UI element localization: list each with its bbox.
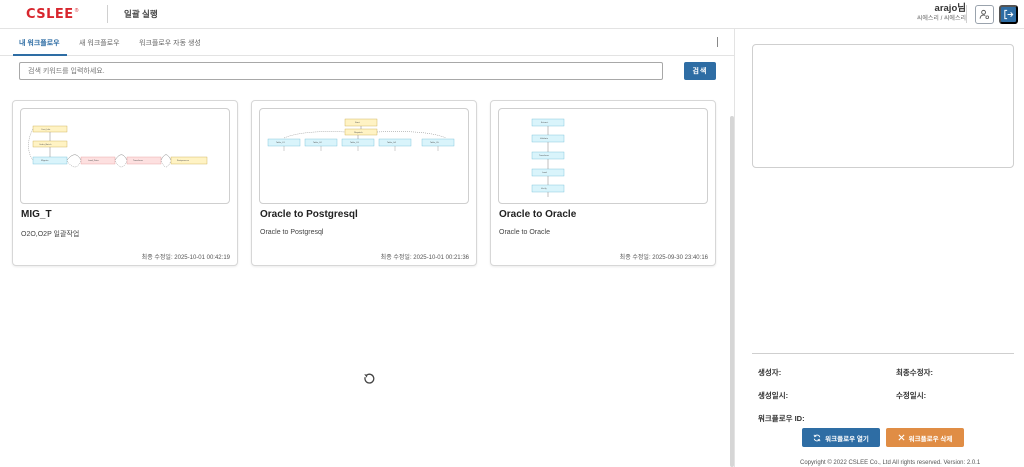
svg-text:Dispatch: Dispatch [354, 131, 364, 134]
svg-text:Table_02: Table_02 [313, 142, 322, 144]
open-refresh-icon [813, 434, 821, 441]
delete-workflow-button[interactable]: 워크플로우 삭제 [886, 428, 964, 447]
cslee-logo[interactable]: CSLEE ® [26, 7, 78, 22]
workflow-thumbnail[interactable]: Cust_Info Order_Batch Migrate Load_Data … [20, 108, 230, 204]
user-name: arajo님 [934, 3, 966, 14]
header-divider [107, 5, 108, 23]
workflow-card[interactable]: Cust_Info Order_Batch Migrate Load_Data … [12, 100, 238, 266]
workflow-card[interactable]: Start Dispatch Table_01 Table_02 Table_0… [251, 100, 477, 266]
close-icon [898, 434, 905, 441]
workflow-diagram: Extract Validate Transform Load Verify [531, 118, 565, 197]
search-bar: 검색 [0, 56, 735, 90]
svg-text:Postprocess: Postprocess [177, 159, 189, 162]
user-divider [966, 5, 967, 23]
delete-workflow-label: 워크플로우 삭제 [908, 435, 953, 443]
workflow-diagram: Start Dispatch Table_01 Table_02 Table_0… [267, 118, 455, 151]
workflow-preview [752, 44, 1014, 168]
workflow-card-grid: Cust_Info Order_Batch Migrate Load_Data … [0, 90, 735, 467]
tab-bar-separator [717, 37, 718, 47]
svg-text:Cust_Info: Cust_Info [41, 128, 51, 131]
workflow-card[interactable]: Extract Validate Transform Load Verify O… [490, 100, 716, 266]
workflow-diagram: Cust_Info Order_Batch Migrate Load_Data … [28, 125, 208, 168]
svg-text:Table_05: Table_05 [430, 142, 439, 144]
last-modifier-label: 최종수정자: [896, 368, 933, 377]
page-title: 일괄 실행 [124, 9, 158, 19]
svg-text:Load: Load [542, 172, 548, 174]
detail-divider [752, 353, 1014, 354]
tab-my-workflows[interactable]: 내 워크플로우 [19, 38, 60, 48]
svg-text:Validate: Validate [540, 137, 549, 140]
logout-button[interactable] [999, 5, 1018, 24]
workflow-list-panel: 내 워크플로우 새 워크플로우 워크플로우 자동 생성 검색 Cust_Info… [0, 29, 735, 467]
logo-registered-mark: ® [74, 8, 79, 14]
user-settings-icon [979, 9, 990, 20]
open-workflow-label: 워크플로우 열기 [825, 435, 869, 443]
workflow-card-title: Oracle to Oracle [499, 209, 577, 220]
workflow-detail-panel: 생성자: 최종수정자: 생성일시: 수정일시: 워크플로우 ID: 워크플로우 … [736, 29, 1024, 467]
user-info: arajo님 씨에스리 / 씨에스리 [917, 3, 966, 24]
workflow-card-title: MIG_T [21, 209, 52, 220]
user-organization: 씨에스리 / 씨에스리 [916, 16, 966, 22]
workflow-tabs: 내 워크플로우 새 워크플로우 워크플로우 자동 생성 [0, 29, 735, 56]
search-input[interactable] [19, 62, 663, 80]
logout-icon [1004, 9, 1014, 20]
open-workflow-button[interactable]: 워크플로우 열기 [802, 428, 880, 447]
workflow-id-label: 워크플로우 ID: [758, 414, 805, 423]
search-button[interactable]: 검색 [684, 62, 716, 80]
workflow-card-title: Oracle to Postgresql [260, 209, 358, 220]
tab-auto-generate-workflow[interactable]: 워크플로우 자동 생성 [139, 38, 201, 48]
workflow-card-description: O2O,O2P 일괄작업 [21, 231, 80, 238]
svg-text:Transform: Transform [539, 154, 549, 157]
svg-text:Table_04: Table_04 [387, 142, 396, 144]
svg-text:Start: Start [355, 121, 360, 124]
workflow-card-modified: 최종 수정일: 2025-09-30 23:40:16 [619, 255, 708, 261]
created-date-label: 생성일시: [758, 391, 789, 400]
app-header: CSLEE ® 일괄 실행 arajo님 씨에스리 / 씨에스리 [0, 0, 1024, 29]
workflow-thumbnail[interactable]: Start Dispatch Table_01 Table_02 Table_0… [259, 108, 469, 204]
svg-text:Verify: Verify [541, 187, 547, 190]
list-scrollbar[interactable] [730, 116, 734, 467]
svg-text:Extract: Extract [541, 121, 548, 124]
workflow-card-description: Oracle to Postgresql [260, 229, 324, 236]
tab-new-workflow[interactable]: 새 워크플로우 [79, 38, 120, 48]
workflow-card-modified: 최종 수정일: 2025-10-01 00:42:19 [141, 255, 230, 261]
workflow-card-description: Oracle to Oracle [499, 229, 550, 236]
svg-text:Table_01: Table_01 [276, 142, 285, 144]
modified-date-label: 수정일시: [896, 391, 927, 400]
svg-text:Load_Data: Load_Data [88, 159, 99, 162]
creator-label: 생성자: [758, 368, 782, 377]
svg-text:Migrate: Migrate [41, 159, 49, 162]
workflow-card-modified: 최종 수정일: 2025-10-01 00:21:36 [380, 255, 469, 261]
workflow-thumbnail[interactable]: Extract Validate Transform Load Verify [498, 108, 708, 204]
refresh-icon[interactable] [362, 372, 376, 386]
logo-text: CSLEE [26, 7, 74, 22]
svg-text:Order_Batch: Order_Batch [39, 143, 52, 146]
user-settings-button[interactable] [975, 5, 994, 24]
footer-copyright: Copyright © 2022 CSLEE Co., Ltd All righ… [800, 460, 981, 466]
svg-text:Table_03: Table_03 [350, 142, 359, 144]
svg-text:Transform: Transform [133, 159, 143, 162]
